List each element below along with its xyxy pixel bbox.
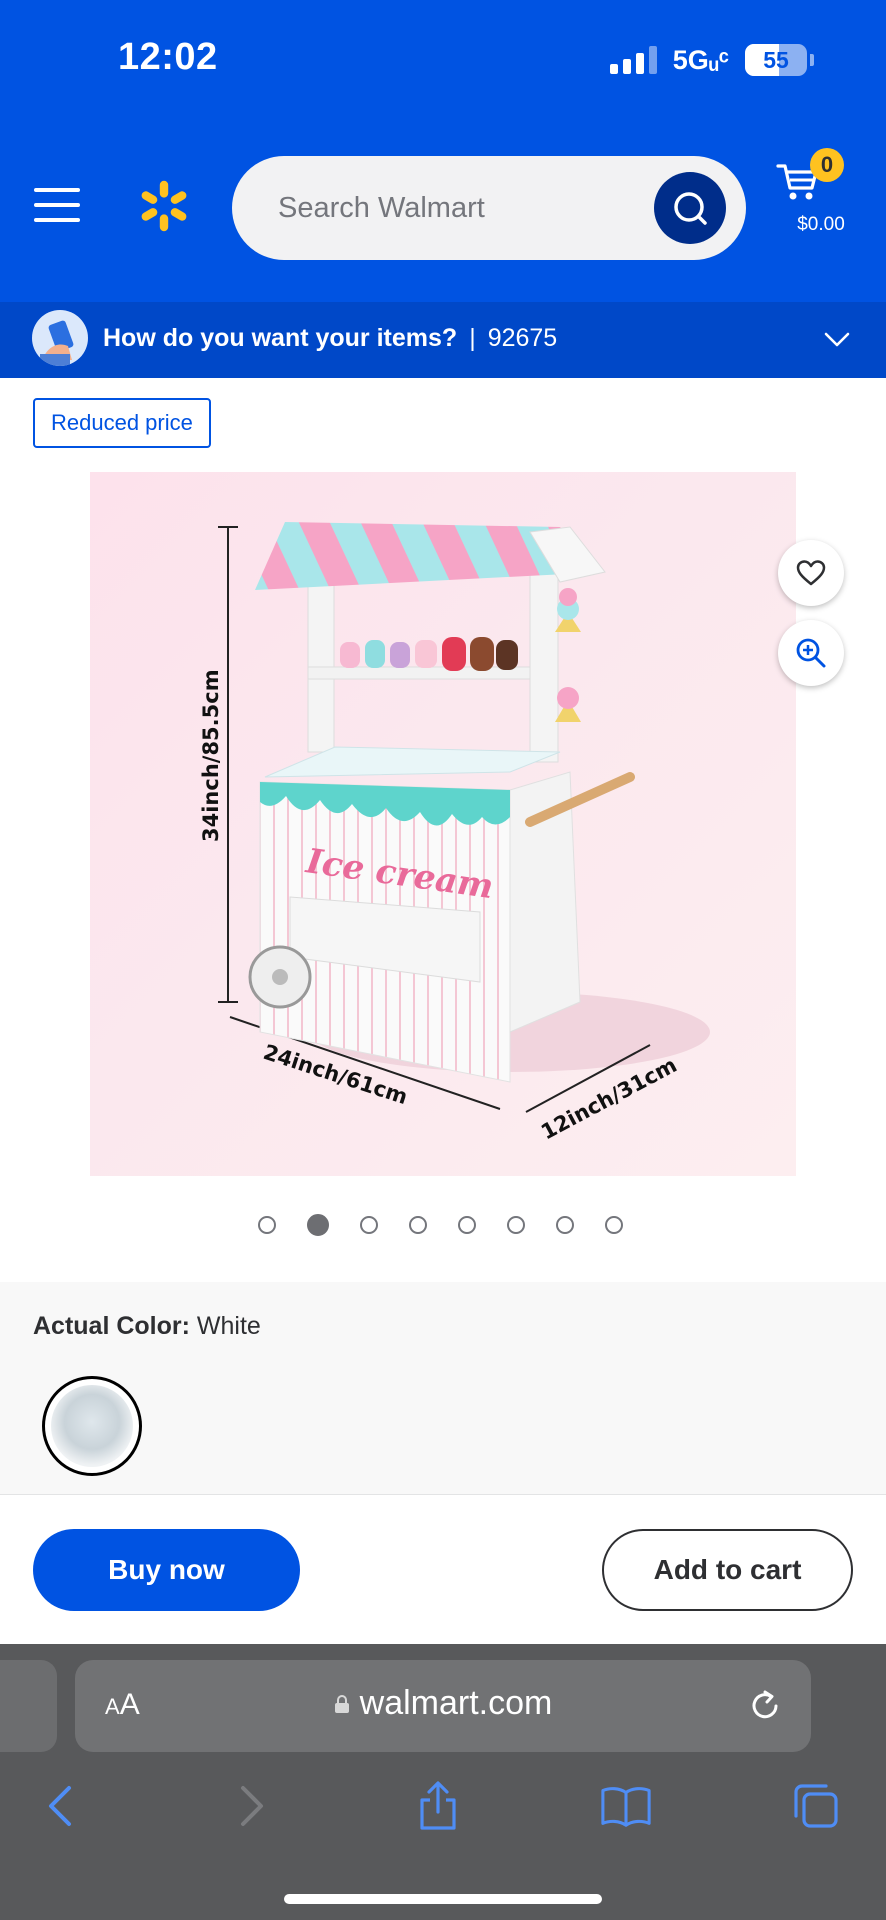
search-bar[interactable] (232, 156, 746, 260)
share-button[interactable] (412, 1780, 464, 1832)
forward-icon (241, 1786, 263, 1826)
carousel-dot[interactable] (507, 1216, 525, 1234)
delivery-avatar (32, 310, 88, 366)
tabs-button[interactable] (790, 1780, 842, 1832)
network-type: 5Gᵤᶜ (672, 44, 729, 75)
share-icon (420, 1781, 456, 1830)
url-text: walmart.com (359, 1684, 553, 1722)
search-button[interactable] (654, 172, 726, 244)
delivery-separator: | (469, 324, 476, 352)
color-label: Actual Color: White (33, 1312, 261, 1341)
delivery-label: How do you want your items? | 92675 (103, 324, 557, 353)
carousel-dot[interactable] (556, 1216, 574, 1234)
carousel-dot[interactable] (360, 1216, 378, 1234)
delivery-question: How do you want your items? (103, 324, 458, 352)
cart-count-badge: 0 (810, 148, 844, 182)
carousel-dot-active[interactable] (307, 1214, 329, 1236)
battery-tip (810, 54, 814, 66)
app-header: 12:02 5Gᵤᶜ 55 Search Walmart 0 $0.00 How… (0, 0, 886, 378)
signal-icon (609, 46, 657, 74)
forward-button[interactable] (226, 1780, 278, 1832)
delivery-selector[interactable]: How do you want your items? | 92675 (0, 302, 886, 378)
carousel-dots (258, 1214, 623, 1236)
buy-now-button[interactable]: Buy now (33, 1529, 300, 1611)
tabs-icon (794, 1784, 838, 1828)
battery-percent: 55 (763, 46, 789, 73)
browser-chrome: AA walmart.com (0, 1644, 886, 1920)
zoom-button[interactable] (778, 620, 844, 686)
reduced-price-badge: Reduced price (33, 398, 211, 448)
color-swatch-white[interactable] (42, 1376, 142, 1476)
product-image[interactable]: 34inch/85.5cm 24inch/61cm 12inch/31cm Ic… (90, 472, 796, 1176)
walmart-spark-icon[interactable] (136, 178, 192, 234)
color-selector: Actual Color: White (0, 1282, 886, 1494)
lock-icon (334, 1695, 349, 1713)
back-icon (49, 1786, 71, 1826)
heart-icon (796, 560, 826, 586)
color-value: White (196, 1312, 261, 1340)
bookmarks-button[interactable] (600, 1780, 652, 1832)
color-label-title: Actual Color: (33, 1312, 190, 1340)
delivery-zip: 92675 (487, 324, 558, 352)
carousel-dot[interactable] (409, 1216, 427, 1234)
ice-cream-cart-illustration: 34inch/85.5cm 24inch/61cm 12inch/31cm Ic… (199, 522, 710, 1144)
add-to-cart-button[interactable]: Add to cart (602, 1529, 853, 1611)
home-indicator (284, 1894, 602, 1904)
search-icon (674, 192, 707, 225)
browser-toolbar (0, 1770, 886, 1840)
status-indicators: 5Gᵤᶜ 55 (609, 42, 814, 78)
favorite-button[interactable] (778, 540, 844, 606)
battery-icon: 55 (745, 44, 807, 76)
purchase-bar: Buy now Add to cart (0, 1494, 886, 1644)
carousel-dot[interactable] (258, 1216, 276, 1234)
url-display: walmart.com (75, 1684, 811, 1723)
cart-total: $0.00 (797, 214, 845, 235)
reload-icon[interactable] (745, 1686, 785, 1726)
carousel-dot[interactable] (458, 1216, 476, 1234)
search-input[interactable] (278, 156, 638, 260)
address-bar[interactable]: AA walmart.com (75, 1660, 811, 1752)
previous-tab[interactable] (0, 1660, 57, 1752)
bookmarks-icon (601, 1787, 651, 1827)
carousel-dot[interactable] (605, 1216, 623, 1234)
menu-icon[interactable] (34, 188, 80, 222)
back-button[interactable] (34, 1780, 86, 1832)
dimension-height: 34inch/85.5cm (199, 669, 223, 842)
zoom-in-icon (796, 638, 826, 668)
chevron-down-icon (824, 332, 850, 347)
status-time: 12:02 (118, 36, 218, 78)
